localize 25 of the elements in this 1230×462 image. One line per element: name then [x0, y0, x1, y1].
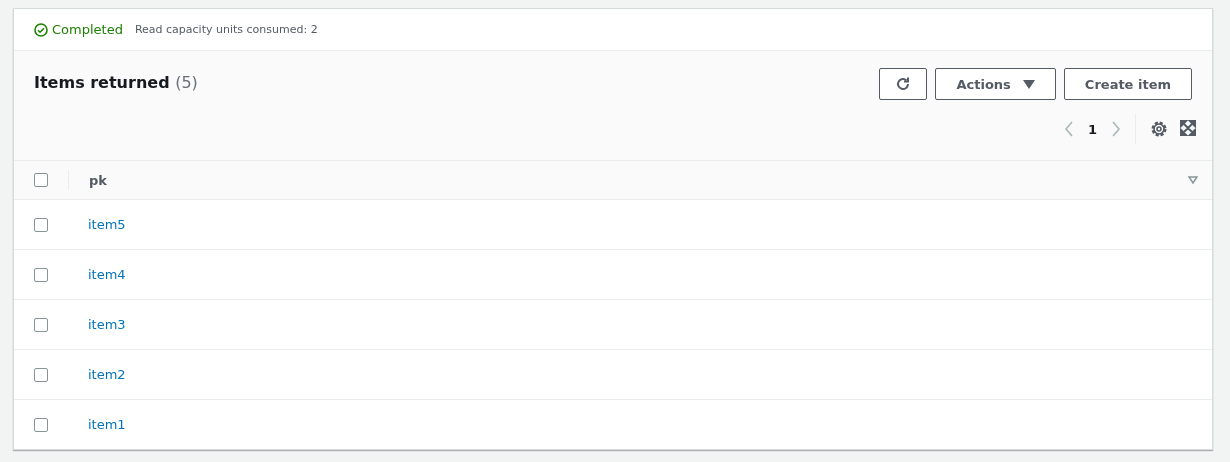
- success-icon: [34, 22, 48, 37]
- caret-down-icon: [1022, 79, 1035, 89]
- refresh-button[interactable]: [879, 68, 928, 100]
- checkbox[interactable]: [34, 267, 48, 282]
- item-link[interactable]: item1: [88, 417, 126, 432]
- checkbox[interactable]: [34, 417, 48, 432]
- status-text: Completed: [52, 22, 123, 37]
- create-item-button[interactable]: Create item: [1063, 68, 1192, 100]
- fullscreen-icon[interactable]: [1180, 120, 1196, 136]
- checkbox[interactable]: [34, 217, 48, 232]
- actions-button[interactable]: Actions: [935, 68, 1056, 100]
- sort-icon[interactable]: [1188, 176, 1198, 184]
- item-link[interactable]: item3: [88, 317, 126, 332]
- settings-icon[interactable]: [1150, 120, 1168, 138]
- checkbox[interactable]: [34, 173, 48, 187]
- item-link[interactable]: item5: [88, 217, 126, 232]
- item-link[interactable]: item2: [88, 367, 126, 382]
- page-number[interactable]: 1: [1087, 121, 1097, 137]
- checkbox[interactable]: [34, 317, 48, 332]
- column-heading: pk: [89, 172, 108, 188]
- item-link[interactable]: item4: [88, 267, 126, 282]
- checkbox[interactable]: [34, 367, 48, 382]
- table-title: Items returned (5): [34, 73, 198, 94]
- refresh-icon: [895, 76, 912, 92]
- status-detail: Read capacity units consumed: 2: [134, 23, 318, 36]
